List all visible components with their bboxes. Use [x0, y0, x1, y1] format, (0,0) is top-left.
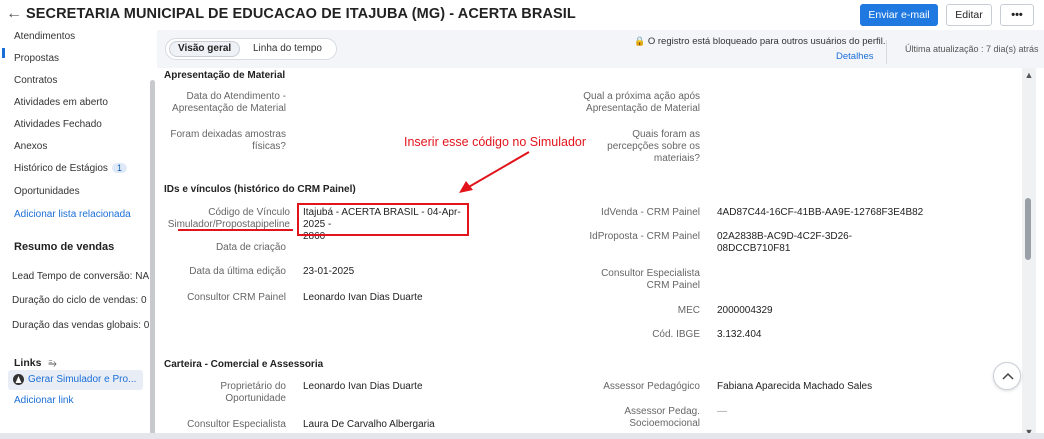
sidebar-item-atividades-fechado[interactable]: Atividades Fechado — [14, 119, 102, 130]
annotation-highlight-box — [297, 203, 469, 236]
scroll-to-top-button[interactable] — [993, 362, 1021, 390]
field-value-specialist-consultant: Laura De Carvalho Albergaria — [303, 419, 435, 430]
annotation-underline — [178, 229, 293, 231]
field-label-specialist-consultant: Consultor Especialista — [187, 419, 286, 430]
add-related-list-link[interactable]: Adicionar lista relacionada — [14, 209, 131, 220]
sidebar-item-historico-estagios[interactable]: Histórico de Estágios 1 — [14, 163, 127, 174]
field-label-idproposta: IdProposta - CRM Painel — [589, 231, 700, 242]
annotation-text: Inserir esse código no Simulador — [404, 135, 587, 149]
field-label-samples: Foram deixadas amostras físicas? — [170, 129, 286, 152]
field-label-owner: Proprietário do Oportunidade — [220, 381, 286, 404]
section-title-portfolio: Carteira - Comercial e Assessoria — [164, 359, 324, 370]
sidebar-scrollbar[interactable] — [150, 80, 155, 435]
bottom-edge — [0, 433, 1044, 439]
details-link[interactable]: Detalhes — [836, 51, 874, 62]
field-label-socioemotional: Assessor Pedag. Socioemocional — [624, 406, 700, 429]
sidebar-item-atividades-aberto[interactable]: Atividades em aberto — [14, 97, 108, 108]
field-value-socioemotional: — — [717, 406, 727, 417]
sidebar-item-atendimentos[interactable]: Atendimentos — [14, 31, 75, 42]
active-indicator — [2, 48, 5, 58]
send-email-button[interactable]: Enviar e-mail — [860, 4, 938, 26]
count-badge: 1 — [111, 163, 127, 173]
links-filter-icon[interactable]: ⥱ — [48, 357, 56, 369]
field-value-consultant: Leonardo Ivan Dias Duarte — [303, 292, 423, 303]
scrollbar-thumb[interactable] — [1025, 198, 1031, 260]
links-heading: Links ⥱ — [14, 357, 57, 370]
field-value-ibge: 3.132.404 — [717, 329, 762, 340]
field-label-specialist: Consultor Especialista CRM Painel — [601, 268, 700, 291]
metric-global-sales: Duração das vendas globais: 0 — [12, 320, 150, 331]
last-updated: Última atualização : 7 dia(s) atrás — [905, 44, 1039, 54]
lock-message: O registro está bloqueado para outros us… — [647, 36, 886, 47]
lock-icon: 🔒 — [634, 36, 646, 46]
sidebar-item-label: Histórico de Estágios — [14, 163, 108, 174]
field-value-owner: Leonardo Ivan Dias Duarte — [303, 381, 423, 392]
field-value-idvenda: 4AD87C44-16CF-41BB-AA9E-12768F3E4B82 — [717, 207, 924, 218]
more-options-button[interactable]: ••• — [1000, 4, 1034, 26]
metric-sales-cycle: Duração do ciclo de vendas: 0 — [12, 295, 147, 306]
field-label-pedagogical: Assessor Pedagógico — [603, 381, 700, 392]
back-arrow-icon[interactable]: ← — [6, 5, 22, 23]
sales-summary-heading: Resumo de vendas — [14, 241, 115, 253]
link-item-simulator[interactable]: Gerar Simulador e Pro... — [8, 370, 143, 390]
sidebar-item-propostas[interactable]: Propostas — [14, 53, 59, 64]
divider — [886, 40, 887, 64]
link-item-label: Gerar Simulador e Pro... — [28, 374, 137, 385]
field-label-ibge: Cód. IBGE — [652, 329, 700, 340]
field-value-pedagogical: Fabiana Aparecida Machado Sales — [717, 381, 873, 392]
lock-notice: 🔒 O registro está bloqueado para outros … — [634, 36, 886, 47]
field-value-mec: 2000004329 — [717, 305, 773, 316]
field-label-mec: MEC — [677, 305, 700, 316]
related-list-sidebar: Atendimentos Propostas Contratos Ativida… — [0, 30, 150, 439]
top-bar: ← SECRETARIA MUNICIPAL DE EDUCACAO DE IT… — [0, 0, 1044, 30]
field-label-idvenda: IdVenda - CRM Painel — [601, 207, 700, 218]
edit-button[interactable]: Editar — [946, 4, 992, 26]
field-label-link-code: Código de Vínculo Simulador/Propostapipel… — [167, 207, 290, 230]
field-label-creation-date: Data de criação — [215, 242, 286, 253]
section-title-ids: IDs e vínculos (histórico do CRM Painel) — [164, 184, 356, 195]
sidebar-item-anexos[interactable]: Anexos — [14, 141, 47, 152]
metric-lead-conversion: Lead Tempo de conversão: NA — [12, 271, 150, 282]
view-tabs: Visão geral Linha do tempo — [165, 38, 337, 60]
page-title: SECRETARIA MUNICIPAL DE EDUCACAO DE ITAJ… — [26, 6, 576, 22]
section-title-material: Apresentação de Material — [164, 70, 286, 81]
add-link[interactable]: Adicionar link — [14, 395, 73, 406]
field-label-next-action: Qual a próxima ação após Apresentação de … — [583, 91, 700, 114]
tab-timeline[interactable]: Linha do tempo — [253, 43, 322, 54]
sidebar-item-contratos[interactable]: Contratos — [14, 75, 57, 86]
link-app-icon — [13, 374, 24, 385]
chevron-up-icon — [1002, 372, 1014, 380]
sidebar-item-oportunidades[interactable]: Oportunidades — [14, 186, 80, 197]
field-label-consultant: Consultor CRM Painel — [187, 292, 286, 303]
links-label: Links — [14, 357, 42, 369]
field-value-last-edit: 23-01-2025 — [303, 266, 355, 277]
annotation-arrow-icon — [459, 151, 530, 193]
field-value-idproposta: 02A2838B-AC9D-4C2F-3D26- 08DCCB710F81 — [717, 231, 853, 254]
tab-overview[interactable]: Visão geral — [169, 41, 241, 57]
field-label-attendance-date: Data do Atendimento - Apresentação de Mat… — [172, 91, 286, 114]
scroll-up-icon[interactable]: ▲ — [1022, 70, 1036, 80]
field-label-last-edit: Data da última edição — [189, 266, 286, 277]
